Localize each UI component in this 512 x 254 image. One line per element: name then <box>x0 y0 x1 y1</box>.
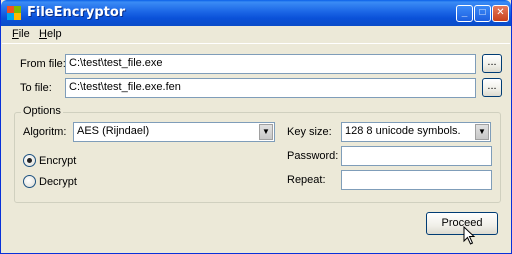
options-group-title: Options <box>21 105 63 117</box>
maximize-button[interactable]: □ <box>474 5 491 22</box>
close-button[interactable]: ✕ <box>492 5 509 22</box>
password-label: Password: <box>287 150 339 162</box>
algorithm-select[interactable]: AES (Rijndael) ▼ <box>73 122 275 142</box>
algorithm-select-value: AES (Rijndael) <box>77 125 150 137</box>
menu-file-rest: ile <box>18 28 30 40</box>
from-file-input[interactable]: C:\test\test_file.exe <box>65 54 476 74</box>
chevron-down-icon[interactable]: ▼ <box>259 124 273 140</box>
algorithm-label: Algoritm: <box>23 126 67 138</box>
chevron-down-icon[interactable]: ▼ <box>475 124 489 140</box>
window-title: FileEncryptor <box>27 5 126 20</box>
key-size-label: Key size: <box>287 126 332 138</box>
menu-help-rest: elp <box>46 28 62 40</box>
repeat-input[interactable] <box>341 170 492 190</box>
from-file-browse-button[interactable]: ... <box>482 54 502 73</box>
repeat-label: Repeat: <box>287 174 326 186</box>
menu-file[interactable]: File <box>12 28 30 40</box>
main-window: FileEncryptor _ □ ✕ File Help From file:… <box>0 0 512 254</box>
to-file-input[interactable]: C:\test\test_file.exe.fen <box>65 78 476 98</box>
menu-file-accel: F <box>12 28 19 40</box>
menu-help[interactable]: Help <box>39 28 62 40</box>
radio-selected-dot <box>27 158 32 163</box>
menu-help-accel: H <box>39 28 47 40</box>
key-size-select[interactable]: 128 8 unicode symbols. ▼ <box>341 122 491 142</box>
from-file-label: From file: <box>20 58 66 70</box>
decrypt-label[interactable]: Decrypt <box>39 176 77 188</box>
decrypt-radio[interactable] <box>23 175 36 188</box>
app-icon <box>7 6 21 20</box>
menu-bar: File Help <box>2 26 510 44</box>
key-size-select-value: 128 8 unicode symbols. <box>345 125 461 137</box>
encrypt-label[interactable]: Encrypt <box>39 155 76 167</box>
cursor-icon <box>463 226 476 245</box>
minimize-button[interactable]: _ <box>456 5 473 22</box>
password-input[interactable] <box>341 146 492 166</box>
to-file-browse-button[interactable]: ... <box>482 78 502 97</box>
proceed-button[interactable]: Proceed <box>426 212 498 235</box>
to-file-label: To file: <box>20 82 52 94</box>
title-bar[interactable]: FileEncryptor _ □ ✕ <box>1 0 511 26</box>
encrypt-radio[interactable] <box>23 154 36 167</box>
